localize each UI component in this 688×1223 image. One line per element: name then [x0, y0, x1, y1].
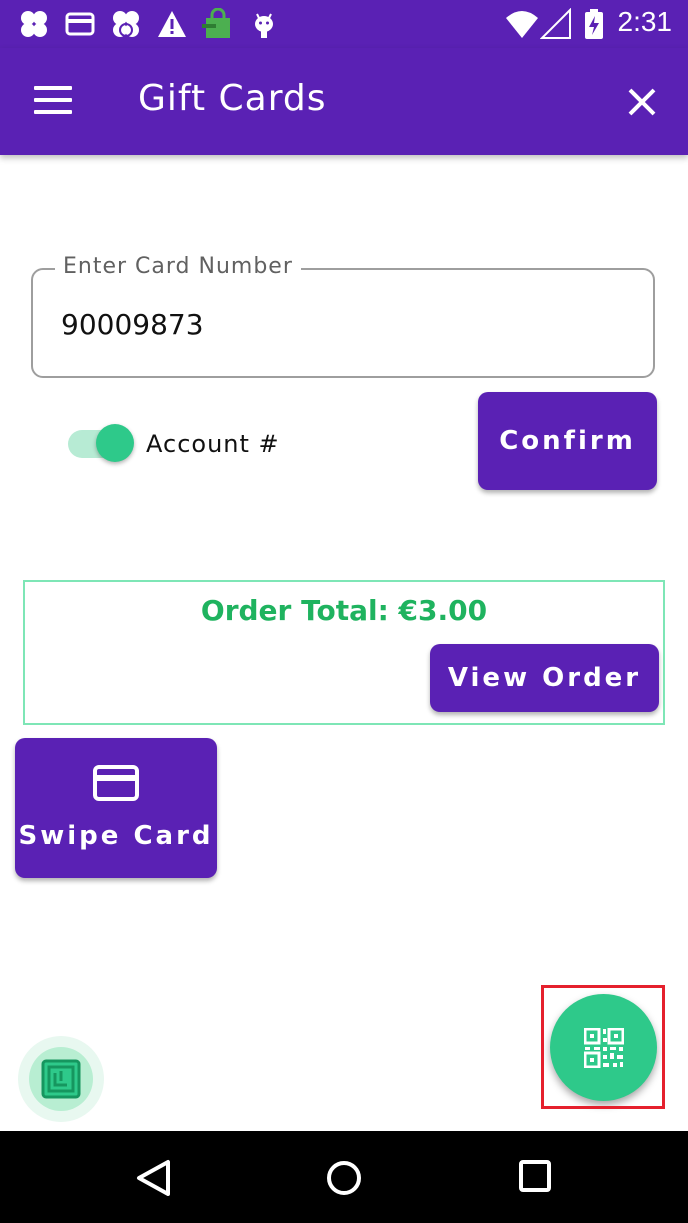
swipe-card-label: Swipe Card	[18, 821, 214, 851]
order-total: Order Total: €3.00	[200, 594, 488, 627]
order-summary: Order Total: €3.00 View Order	[23, 580, 665, 725]
toggle-thumb	[96, 424, 134, 462]
battery-icon	[585, 9, 603, 39]
app-clover-icon	[21, 11, 47, 37]
nfc-icon	[41, 1059, 81, 1099]
back-icon[interactable]	[134, 1159, 174, 1197]
signal-icon	[540, 8, 571, 39]
status-bar: 2:31	[0, 0, 688, 48]
warning-icon	[158, 11, 186, 37]
menu-icon[interactable]	[34, 86, 72, 114]
android-icon	[255, 13, 273, 38]
account-toggle-label: Account #	[146, 430, 280, 458]
view-order-button[interactable]: View Order	[430, 644, 659, 712]
confirm-button[interactable]: Confirm	[478, 392, 657, 490]
app-bar: Gift Cards	[0, 48, 688, 155]
card-icon	[65, 12, 95, 36]
recents-icon[interactable]	[518, 1159, 552, 1193]
card-number-label: Enter Card Number	[55, 254, 301, 279]
close-icon[interactable]	[622, 82, 662, 122]
card-number-input[interactable]	[61, 308, 621, 341]
nfc-inner	[29, 1047, 93, 1111]
navigation-bar	[0, 1131, 688, 1223]
status-time: 2:31	[617, 6, 673, 37]
shopping-bag-icon	[202, 8, 230, 38]
page-title: Gift Cards	[138, 78, 327, 119]
app-clover-sync-icon	[113, 11, 139, 37]
card-number-field[interactable]: Enter Card Number	[31, 254, 655, 378]
credit-card-icon	[93, 765, 139, 801]
home-icon[interactable]	[325, 1159, 363, 1197]
swipe-card-button[interactable]: Swipe Card	[15, 738, 217, 878]
account-toggle[interactable]	[68, 424, 134, 464]
highlight-box	[541, 985, 665, 1109]
nfc-badge[interactable]	[18, 1036, 104, 1122]
wifi-icon	[506, 11, 538, 38]
